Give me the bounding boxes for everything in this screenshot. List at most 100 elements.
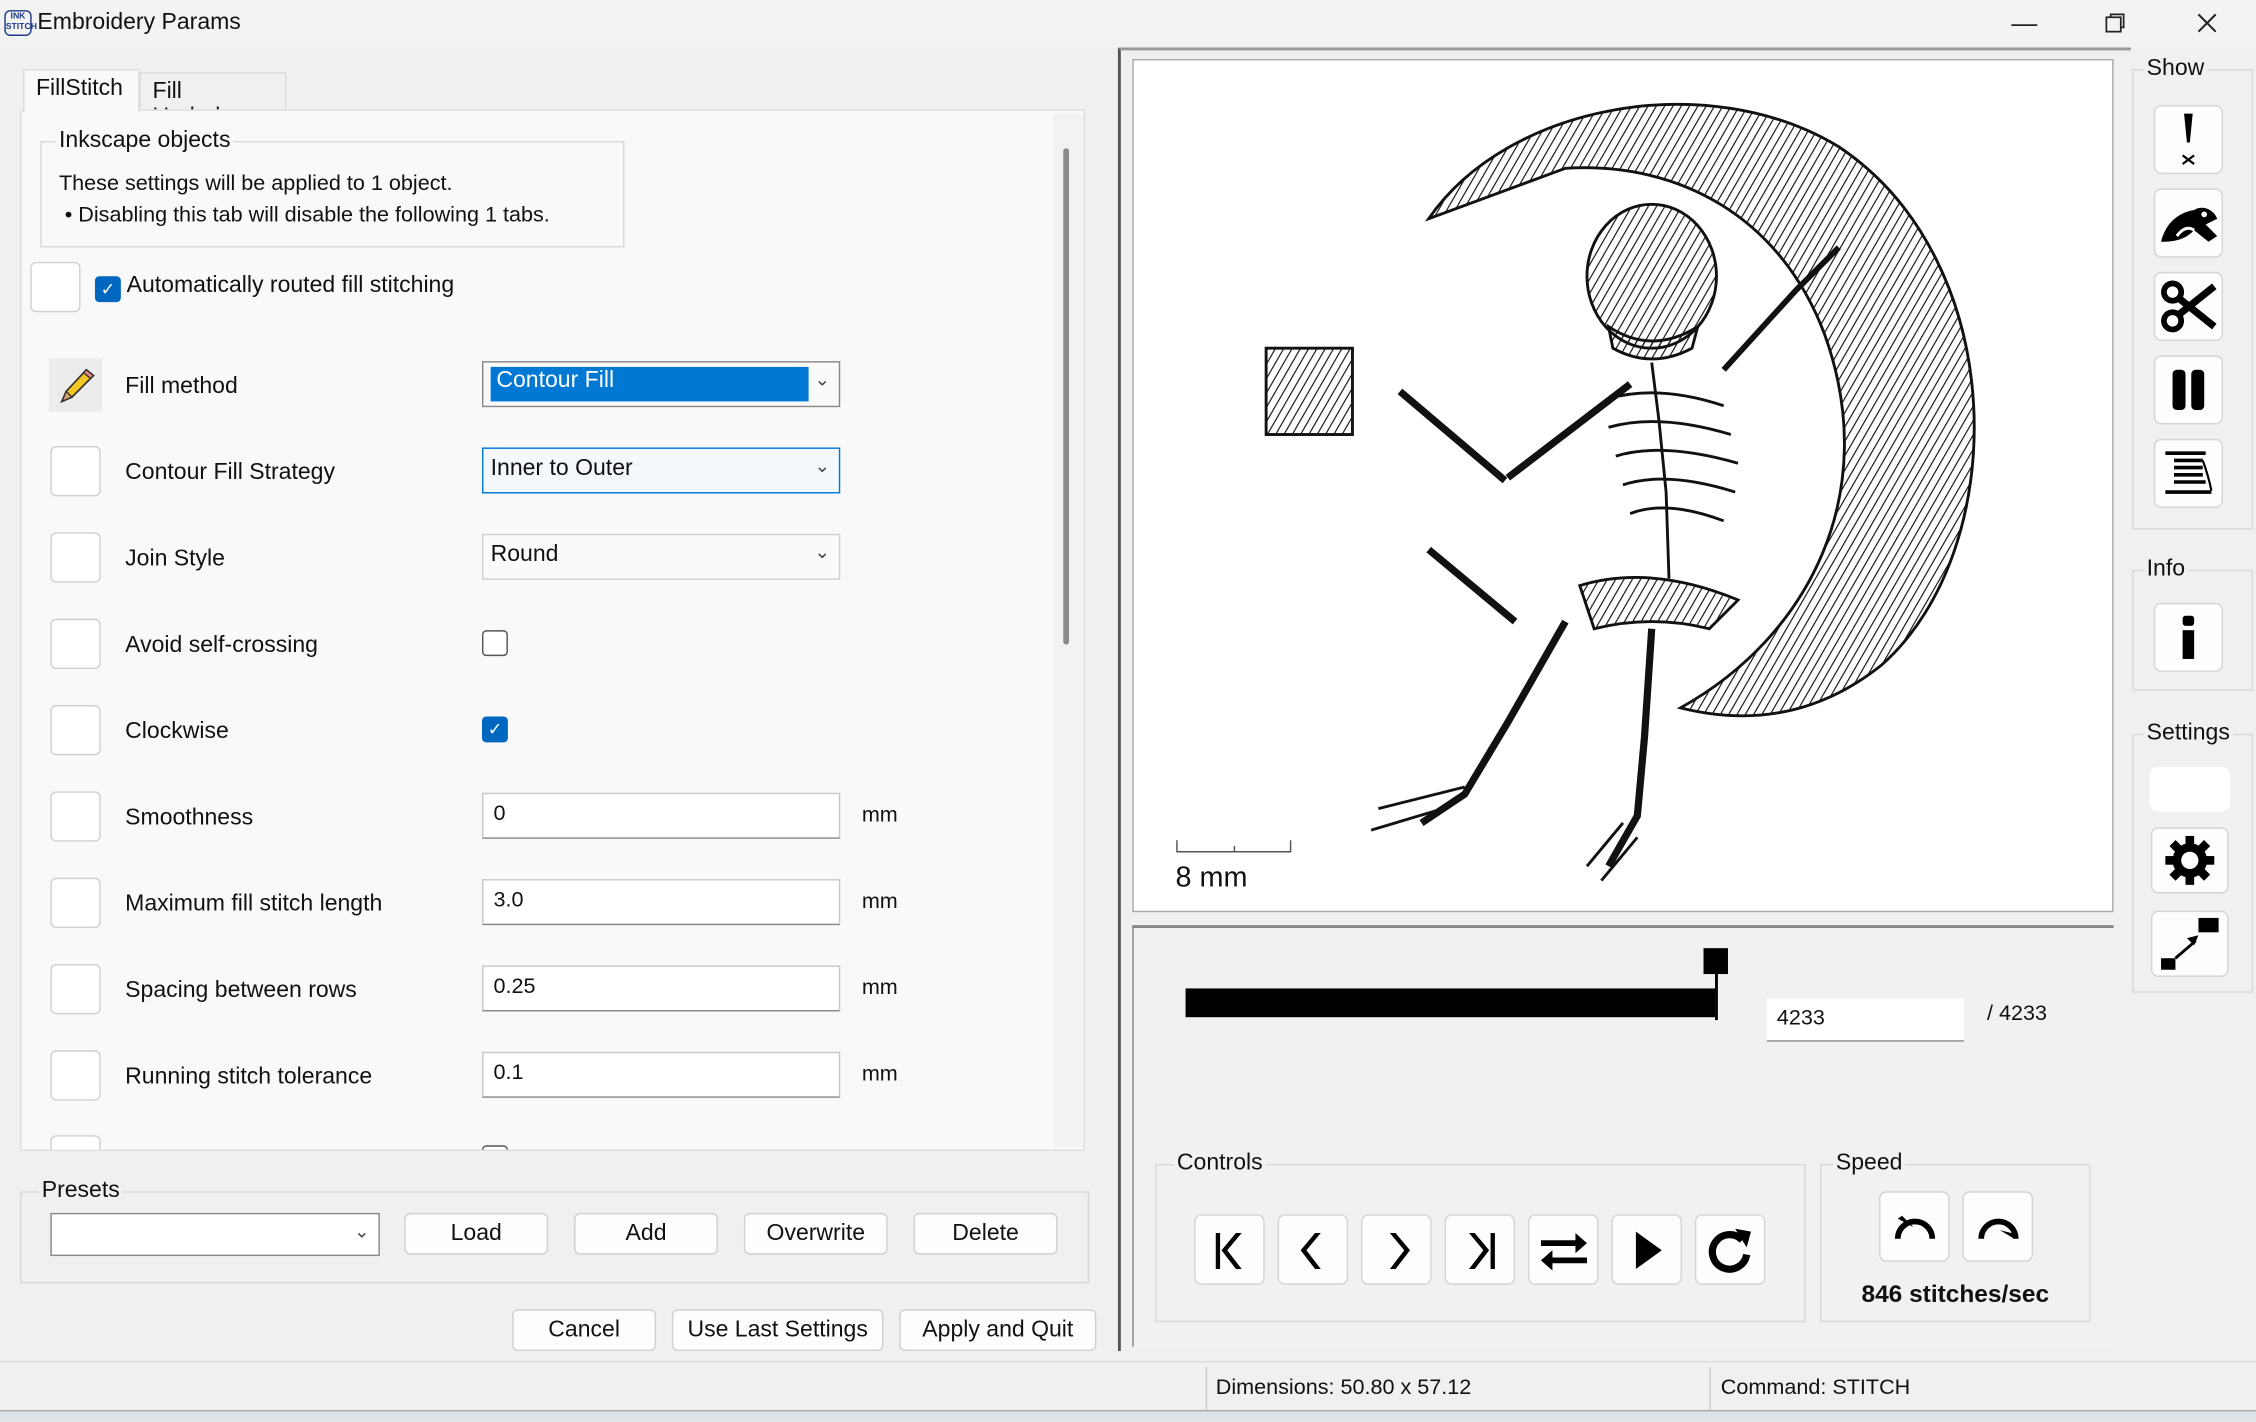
embroidery-params-window: INK STITCH Embroidery Params — FillStitch… <box>0 0 2256 1422</box>
stitch-preview-canvas[interactable]: 8 mm <box>1132 58 2114 913</box>
step-back-icon <box>1299 1232 1321 1269</box>
settings-blank-button[interactable] <box>2149 766 2231 812</box>
contour-strategy-select[interactable]: Inner to Outer ⌄ <box>481 447 841 494</box>
param-icon-box <box>50 1135 101 1150</box>
join-style-label: Join Style <box>125 546 225 572</box>
playback-panel: 4233 / 4233 Controls Speed 846 stitches/… <box>1132 925 2114 1347</box>
embroidery-design-preview <box>1176 103 1976 882</box>
tab-fillstitch[interactable]: FillStitch <box>23 69 140 113</box>
restart-button[interactable] <box>1694 1214 1766 1285</box>
show-stops-button[interactable] <box>2153 355 2223 425</box>
scrollbar-thumb[interactable] <box>1063 148 1070 645</box>
minimize-button[interactable]: — <box>2003 6 2046 41</box>
use-last-settings-button[interactable]: Use Last Settings <box>671 1309 884 1352</box>
needle-icon <box>2181 113 2195 165</box>
controls-label: Controls <box>1174 1151 1266 1177</box>
param-icon-box <box>30 261 81 313</box>
cancel-button[interactable]: Cancel <box>512 1309 657 1352</box>
param-icon-box <box>50 618 101 670</box>
swap-direction-icon <box>1540 1232 1587 1270</box>
show-color-changes-button[interactable] <box>2153 438 2223 508</box>
delete-preset-button[interactable]: Delete <box>913 1212 1058 1255</box>
swap-direction-button[interactable] <box>1527 1214 1599 1285</box>
fillstitch-panel: Inkscape objects These settings will be … <box>20 109 1085 1152</box>
clockwise-checkbox[interactable]: ✓ <box>481 716 508 743</box>
window-title: Embroidery Params <box>37 10 241 35</box>
auto-route-checkbox[interactable]: ✓ <box>94 276 121 303</box>
scale-label: 8 mm <box>1175 861 1248 894</box>
row-spacing-input[interactable]: 0.25 <box>481 965 841 1012</box>
controls-group: Controls <box>1155 1151 1806 1323</box>
param-icon-box <box>50 532 101 583</box>
tab-fill-underlay[interactable]: Fill Underlay <box>139 71 287 129</box>
feet <box>1370 785 1639 882</box>
param-icon-box <box>50 705 101 756</box>
scrollbar[interactable] <box>1053 113 1082 1147</box>
speed-value: 846 stitches/sec <box>1861 1280 2050 1308</box>
controls-buttons <box>1194 1214 1766 1285</box>
close-button[interactable] <box>2186 6 2229 41</box>
show-needle-points-button[interactable] <box>2153 105 2223 175</box>
faster-button[interactable] <box>1962 1191 2033 1262</box>
step-forward-button[interactable] <box>1361 1214 1432 1285</box>
param-icon-box <box>50 877 101 929</box>
restart-icon <box>1708 1227 1751 1273</box>
presets-combobox[interactable]: ⌄ <box>50 1212 380 1257</box>
chevron-down-icon: ⌄ <box>354 1220 370 1242</box>
show-jumps-button[interactable] <box>2153 188 2223 258</box>
pause-icon <box>2172 369 2205 411</box>
load-preset-button[interactable]: Load <box>404 1212 549 1255</box>
add-preset-button[interactable]: Add <box>574 1212 718 1255</box>
slower-button[interactable] <box>1879 1191 1950 1262</box>
desktop-strip <box>0 1410 2256 1422</box>
info-icon <box>2182 615 2195 659</box>
slider-handle[interactable] <box>1703 948 1728 975</box>
join-style-value: Round <box>490 542 559 567</box>
avoid-self-crossing-checkbox[interactable] <box>481 630 508 657</box>
total-stitches-label: / 4233 <box>1986 1001 2047 1026</box>
smoothness-input[interactable]: 0 <box>481 792 841 839</box>
slider-line <box>1715 974 1718 1021</box>
pencil-icon <box>48 358 103 412</box>
spine <box>1650 362 1671 579</box>
skip-to-start-icon <box>1215 1232 1241 1269</box>
status-bar: Dimensions: 50.80 x 57.12 Command: STITC… <box>0 1361 2256 1411</box>
running-tolerance-label: Running stitch tolerance <box>125 1064 373 1090</box>
fill-method-select[interactable]: Contour Fill ⌄ <box>481 361 841 408</box>
skip-to-end-button[interactable] <box>1444 1214 1516 1285</box>
status-divider <box>1205 1366 1208 1411</box>
skip-to-start-button[interactable] <box>1194 1214 1265 1285</box>
chevron-down-icon: ⌄ <box>814 540 831 563</box>
settings-group: Settings <box>2132 720 2254 993</box>
info-button[interactable] <box>2153 602 2223 672</box>
stitch-progress-bar[interactable] <box>1185 988 1716 1018</box>
left-leg <box>1419 546 1569 826</box>
param-icon-box <box>50 791 101 842</box>
info-line-2: • Disabling this tab will disable the fo… <box>64 202 550 228</box>
running-tolerance-input[interactable]: 0.1 <box>481 1051 841 1098</box>
join-style-select[interactable]: Round ⌄ <box>481 533 841 580</box>
resize-button[interactable] <box>2150 910 2229 977</box>
settings-label: Settings <box>2143 720 2233 747</box>
restore-button[interactable] <box>2093 6 2136 41</box>
row-spacing-label: Spacing between rows <box>125 978 357 1003</box>
partial-checkbox[interactable] <box>481 1145 508 1150</box>
play-button[interactable] <box>1611 1214 1682 1285</box>
chevron-down-icon: ⌄ <box>814 454 831 477</box>
step-back-button[interactable] <box>1277 1214 1349 1285</box>
faster-icon <box>1977 1217 2018 1239</box>
smoothness-label: Smoothness <box>125 805 254 831</box>
settings-button[interactable] <box>2150 827 2229 894</box>
current-stitch-input[interactable]: 4233 <box>1766 998 1964 1042</box>
title-bar: INK STITCH Embroidery Params — <box>0 0 2256 48</box>
apply-and-quit-button[interactable]: Apply and Quit <box>899 1309 1097 1352</box>
show-trims-button[interactable] <box>2153 271 2223 341</box>
fill-method-label: Fill method <box>125 374 238 399</box>
auto-route-label: Automatically routed fill stitching <box>126 273 455 298</box>
overwrite-preset-button[interactable]: Overwrite <box>743 1212 888 1255</box>
max-stitch-length-input[interactable]: 3.0 <box>481 879 841 926</box>
status-divider <box>1709 1366 1711 1411</box>
dimensions-status: Dimensions: 50.80 x 57.12 <box>1215 1375 1472 1400</box>
param-icon-box <box>50 1050 101 1101</box>
contour-strategy-label: Contour Fill Strategy <box>125 460 336 485</box>
